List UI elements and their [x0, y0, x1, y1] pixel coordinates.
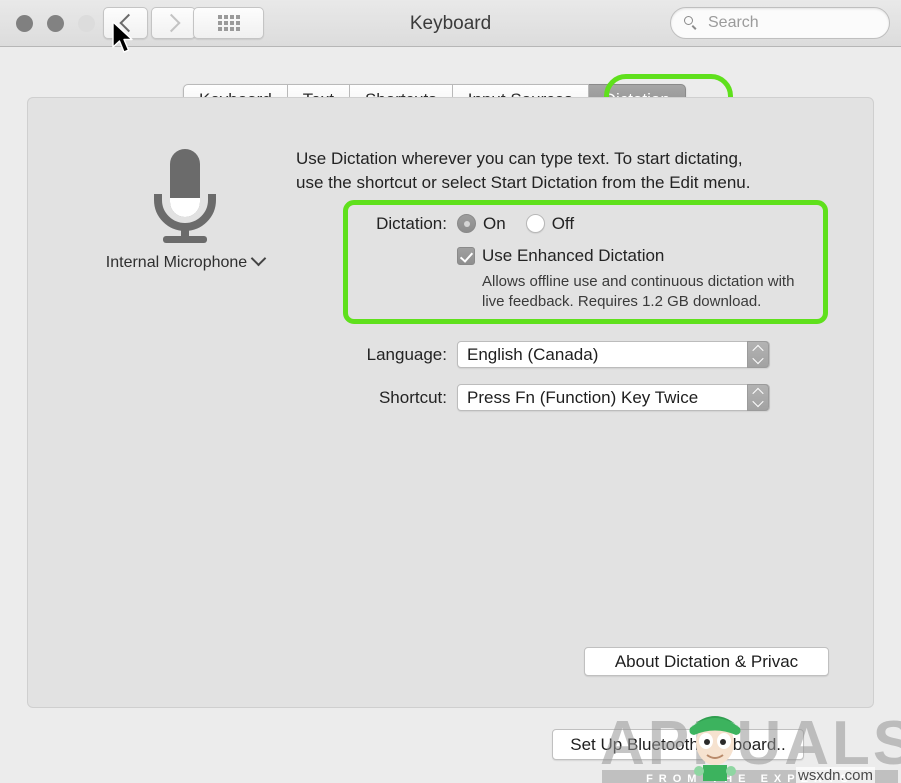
shortcut-popup-button[interactable]: Press Fn (Function) Key Twice [457, 384, 770, 411]
language-label: Language: [366, 344, 447, 364]
radio-dictation-on[interactable] [457, 214, 476, 233]
description-line-1: Use Dictation wherever you can type text… [296, 149, 743, 168]
language-value: English (Canada) [467, 344, 599, 364]
microphone-source-value: Internal Microphone [105, 254, 248, 271]
dictation-settings-panel: Internal Microphone Use Dictation wherev… [27, 97, 874, 708]
search-icon [684, 16, 698, 30]
radio-dictation-off[interactable] [525, 214, 545, 233]
keyboard-preferences-window: Keyboard Keyboard Text Shortcuts Input S… [0, 0, 901, 783]
radio-dictation-on-label: On [483, 214, 506, 233]
microphone-source-label: Internal Microphone [90, 250, 280, 272]
enhanced-dictation-help: Allows offline use and continuous dictat… [482, 272, 852, 312]
language-popup-button[interactable]: English (Canada) [457, 341, 770, 368]
dictation-onoff-row: Dictation: On Off [358, 213, 830, 235]
help-line-2: live feedback. Requires 1.2 GB download. [482, 293, 762, 310]
radio-off-wrap[interactable]: Off [525, 213, 575, 234]
dictation-label: Dictation: [376, 214, 447, 233]
help-line-1: Allows offline use and continuous dictat… [482, 273, 795, 290]
dictation-description: Use Dictation wherever you can type text… [296, 147, 816, 195]
radio-dictation-off-label: Off [551, 214, 575, 233]
shortcut-label: Shortcut: [378, 387, 447, 407]
shortcut-row: Shortcut: Press Fn (Function) Key Twice [358, 384, 770, 411]
description-line-2: use the shortcut or select Start Dictati… [296, 173, 751, 192]
set-up-bluetooth-keyboard-button[interactable]: Set Up Bluetooth Keyboard.. [552, 729, 804, 760]
about-dictation-privacy-button[interactable]: About Dictation & Privac [584, 647, 829, 676]
chevron-updown-icon[interactable] [747, 341, 769, 368]
chevron-updown-icon[interactable] [747, 384, 769, 411]
radio-on-wrap[interactable]: On [457, 213, 506, 234]
language-row: Language: English (Canada) [358, 341, 770, 368]
checkbox-use-enhanced-dictation[interactable] [457, 247, 475, 265]
search-input[interactable] [706, 13, 880, 33]
chevron-down-icon [250, 250, 267, 267]
watermark-domain: wsxdn.com [796, 767, 876, 783]
dictation-settings-group: Dictation: On Off Use Enhanced Dictation… [358, 213, 830, 318]
watermark-tagline: FROM THE EXPERTS [602, 770, 898, 783]
mouse-cursor-icon [112, 21, 133, 53]
shortcut-value: Press Fn (Function) Key Twice [467, 387, 699, 407]
microphone-source-block[interactable]: Internal Microphone [90, 146, 280, 272]
enhanced-dictation-row[interactable]: Use Enhanced Dictation [457, 245, 830, 266]
microphone-icon [154, 149, 216, 243]
enhanced-dictation-label: Use Enhanced Dictation [482, 246, 665, 265]
search-field[interactable] [670, 7, 890, 39]
